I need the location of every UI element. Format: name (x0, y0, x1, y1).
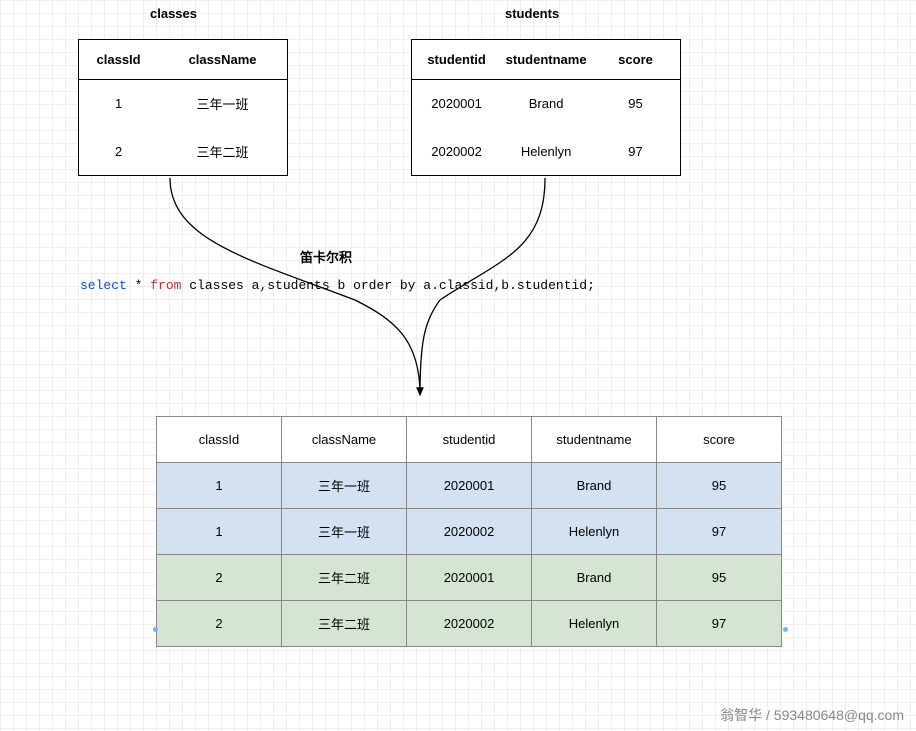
cell: 三年二班 (282, 555, 407, 601)
cell: 97 (591, 128, 680, 176)
table-header-row: classId className studentid studentname … (157, 417, 782, 463)
cell: 95 (657, 463, 782, 509)
cell: 95 (657, 555, 782, 601)
table-row: 1 三年一班 (79, 80, 288, 128)
classes-title: classes (150, 6, 197, 21)
cell: Helenlyn (532, 601, 657, 647)
result-header: classId (157, 417, 282, 463)
cell: Brand (532, 555, 657, 601)
cell: 2020002 (407, 601, 532, 647)
table-row: 1 三年一班 2020001 Brand 95 (157, 463, 782, 509)
cell: Brand (501, 80, 591, 128)
cell: 2020002 (412, 128, 502, 176)
cell: Brand (532, 463, 657, 509)
cell: 97 (657, 509, 782, 555)
cell: 三年一班 (282, 463, 407, 509)
selection-handle (153, 627, 158, 632)
table-row: 2020001 Brand 95 (412, 80, 681, 128)
classes-table: classId className 1 三年一班 2 三年二班 (78, 39, 288, 176)
students-header-studentname: studentname (501, 40, 591, 80)
sql-text: classes a,students b order by a.classid,… (181, 278, 594, 293)
students-header-studentid: studentid (412, 40, 502, 80)
cell: 三年二班 (158, 128, 287, 176)
cell: 2 (79, 128, 159, 176)
result-header: className (282, 417, 407, 463)
cell: Helenlyn (501, 128, 591, 176)
cell: 95 (591, 80, 680, 128)
cell: 三年二班 (282, 601, 407, 647)
cell: 1 (79, 80, 159, 128)
sql-statement: select * from classes a,students b order… (80, 278, 595, 293)
cell: 2020001 (407, 463, 532, 509)
table-row: 2 三年二班 2020001 Brand 95 (157, 555, 782, 601)
cell: 三年一班 (158, 80, 287, 128)
classes-header-classname: className (158, 40, 287, 80)
cell: 三年一班 (282, 509, 407, 555)
students-title: students (505, 6, 559, 21)
cell: 97 (657, 601, 782, 647)
sql-keyword-select: select (80, 278, 127, 293)
result-header: studentname (532, 417, 657, 463)
students-header-score: score (591, 40, 680, 80)
footer-credit: 翁智华 / 593480648@qq.com (720, 705, 904, 725)
cartesian-product-label: 笛卡尔积 (300, 247, 352, 266)
cell: Helenlyn (532, 509, 657, 555)
result-header: score (657, 417, 782, 463)
cell: 2 (157, 555, 282, 601)
table-row: 2020002 Helenlyn 97 (412, 128, 681, 176)
cell: 2 (157, 601, 282, 647)
selection-handle (783, 627, 788, 632)
cell: 1 (157, 463, 282, 509)
sql-keyword-from: from (150, 278, 181, 293)
result-header: studentid (407, 417, 532, 463)
cell: 2020001 (407, 555, 532, 601)
sql-text: * (127, 278, 150, 293)
classes-header-classid: classId (79, 40, 159, 80)
cell: 2020001 (412, 80, 502, 128)
result-table: classId className studentid studentname … (156, 416, 782, 647)
table-row: 1 三年一班 2020002 Helenlyn 97 (157, 509, 782, 555)
table-row: 2 三年二班 (79, 128, 288, 176)
table-row: 2 三年二班 2020002 Helenlyn 97 (157, 601, 782, 647)
cell: 2020002 (407, 509, 532, 555)
students-table: studentid studentname score 2020001 Bran… (411, 39, 681, 176)
cell: 1 (157, 509, 282, 555)
